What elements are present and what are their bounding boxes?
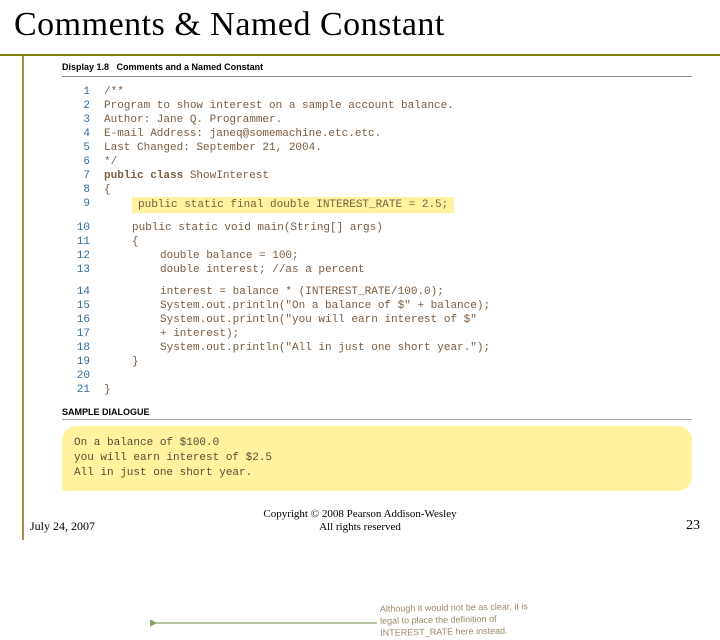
- code-line: public class ShowInterest: [104, 169, 692, 183]
- line-number: 11: [62, 235, 90, 249]
- line-number: 10: [62, 221, 90, 235]
- code-line: + interest);: [104, 327, 692, 341]
- slide-title: Comments & Named Constant: [14, 6, 706, 44]
- line-number: 14: [62, 285, 90, 299]
- display-block: Display 1.8 Comments and a Named Constan…: [62, 62, 692, 491]
- line-number: 5: [62, 141, 90, 155]
- vertical-rule: [22, 56, 24, 540]
- footer-copyright: Copyright © 2008 Pearson Addison-Wesley …: [0, 508, 720, 534]
- code-line: Last Changed: September 21, 2004.: [104, 141, 692, 155]
- line-number: 13: [62, 263, 90, 277]
- sample-rule: [62, 419, 692, 420]
- display-number: Display 1.8: [62, 62, 109, 72]
- code-listing: 1 /** 2 Program to show interest on a sa…: [62, 85, 692, 397]
- highlighted-constant: public static final double INTEREST_RATE…: [132, 197, 454, 213]
- display-heading: Display 1.8 Comments and a Named Constan…: [62, 62, 692, 72]
- annotation-arrow: [152, 617, 372, 618]
- copyright-line: All rights reserved: [0, 521, 720, 534]
- code-line: }: [104, 355, 692, 369]
- code-line: public static final double INTEREST_RATE…: [104, 197, 692, 213]
- margin-note: Although it would not be as clear, it is…: [380, 599, 591, 639]
- line-number: 21: [62, 383, 90, 397]
- code-line: }: [104, 383, 692, 397]
- line-number: 1: [62, 85, 90, 99]
- line-number: 9: [62, 197, 90, 213]
- sample-line: On a balance of $100.0: [74, 436, 680, 451]
- code-line: E-mail Address: janeq@somemachine.etc.et…: [104, 127, 692, 141]
- code-keyword: public class: [104, 170, 190, 182]
- line-number: 6: [62, 155, 90, 169]
- code-line: /**: [104, 85, 692, 99]
- code-line: double interest; //as a percent: [104, 263, 692, 277]
- sample-heading: SAMPLE DIALOGUE: [62, 407, 692, 417]
- display-caption: Comments and a Named Constant: [117, 62, 264, 72]
- code-line: public static void main(String[] args): [104, 221, 692, 235]
- note-line: INTEREST_RATE here instead.: [380, 623, 590, 639]
- code-identifier: ShowInterest: [190, 170, 269, 182]
- code-line: System.out.println("you will earn intere…: [104, 313, 692, 327]
- line-number: 7: [62, 169, 90, 183]
- line-number: 19: [62, 355, 90, 369]
- title-bar: Comments & Named Constant: [0, 0, 720, 56]
- copyright-line: Copyright © 2008 Pearson Addison-Wesley: [0, 508, 720, 521]
- code-line: {: [104, 235, 692, 249]
- line-number: 15: [62, 299, 90, 313]
- line-number: 18: [62, 341, 90, 355]
- code-line: double balance = 100;: [104, 249, 692, 263]
- sample-line: All in just one short year.: [74, 466, 680, 481]
- display-rule: [62, 76, 692, 77]
- code-line: System.out.println("All in just one shor…: [104, 341, 692, 355]
- line-number: 16: [62, 313, 90, 327]
- sample-output: On a balance of $100.0 you will earn int…: [62, 426, 692, 491]
- code-line: interest = balance * (INTEREST_RATE/100.…: [104, 285, 692, 299]
- code-line: Program to show interest on a sample acc…: [104, 99, 692, 113]
- line-number: 12: [62, 249, 90, 263]
- line-number: 20: [62, 369, 90, 383]
- line-number: 2: [62, 99, 90, 113]
- code-line: [104, 369, 692, 383]
- code-line: Author: Jane Q. Programmer.: [104, 113, 692, 127]
- code-line: System.out.println("On a balance of $" +…: [104, 299, 692, 313]
- sample-line: you will earn interest of $2.5: [74, 451, 680, 466]
- footer: July 24, 2007 Copyright © 2008 Pearson A…: [0, 506, 720, 534]
- line-number: 17: [62, 327, 90, 341]
- code-line: {: [104, 183, 692, 197]
- line-number: 4: [62, 127, 90, 141]
- line-number: 8: [62, 183, 90, 197]
- code-line: */: [104, 155, 692, 169]
- page-number: 23: [686, 518, 700, 534]
- line-number: 3: [62, 113, 90, 127]
